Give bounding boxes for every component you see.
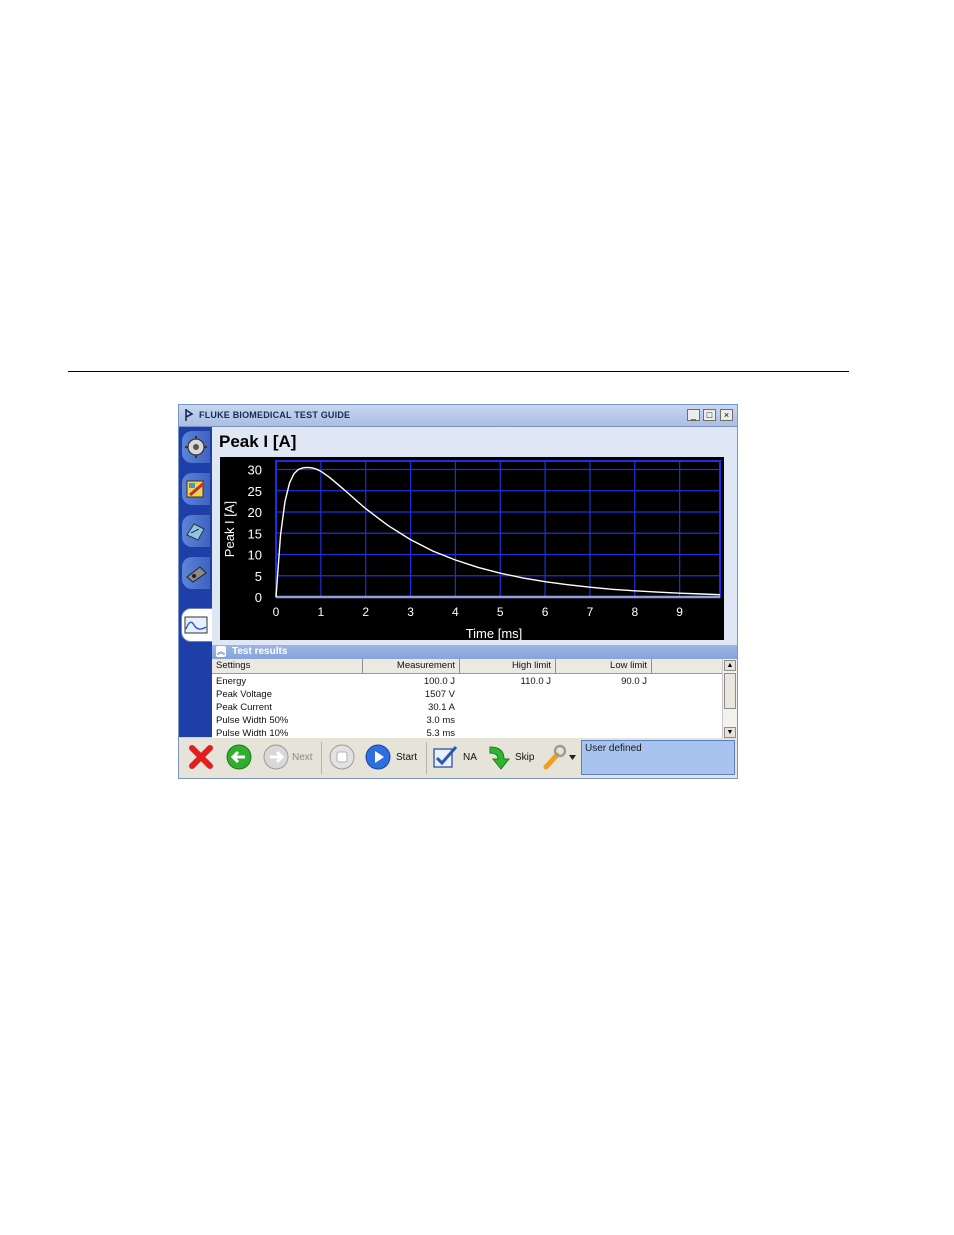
x-tick-label: 0 [273, 605, 280, 619]
column-header-high-limit[interactable]: High limit [460, 659, 556, 673]
series-line [275, 466, 721, 598]
page-title: Peak I [A] [219, 432, 297, 451]
sidebar-tab-device[interactable] [182, 557, 210, 589]
page-rule [68, 371, 849, 372]
cell-low-limit: 90.0 J [621, 676, 647, 687]
cell-setting: Pulse Width 50% [216, 715, 289, 726]
x-tick-label: 1 [318, 605, 325, 619]
results-table: Settings Measurement High limit Low limi… [212, 659, 737, 739]
dropdown-arrow-icon[interactable] [569, 755, 576, 760]
minimize-button[interactable]: _ [687, 409, 700, 421]
na-check-icon[interactable] [431, 743, 459, 771]
start-play-icon[interactable] [364, 743, 392, 771]
stop-icon [329, 744, 355, 770]
collapse-chevron-icon[interactable]: ︽ [216, 646, 226, 657]
results-scrollbar[interactable]: ▲ ▼ [722, 659, 737, 739]
scroll-up-arrow[interactable]: ▲ [724, 660, 736, 671]
user-defined-label: User defined [585, 743, 642, 754]
x-tick-label: 6 [542, 605, 549, 619]
table-row[interactable]: Pulse Width 50% 3.0 ms [212, 714, 722, 727]
next-button: Next [292, 752, 313, 763]
na-button[interactable]: NA [463, 752, 477, 763]
plot-frame [275, 460, 721, 598]
column-header-spacer [652, 659, 722, 673]
edit-form-icon [186, 480, 205, 498]
y-tick-label: 25 [248, 484, 262, 499]
sidebar-tab-setup[interactable] [182, 431, 210, 463]
test-results-header[interactable]: ︽ Test results [212, 645, 737, 659]
cell-measurement: 30.1 A [428, 702, 455, 713]
x-axis-label: Time [ms] [466, 626, 523, 640]
x-tick-label: 4 [452, 605, 459, 619]
sidebar-tab-edit[interactable] [182, 473, 210, 505]
scroll-down-arrow[interactable]: ▼ [724, 727, 736, 738]
sidebar-tab-waveform[interactable] [181, 608, 214, 642]
wrench-tools-icon[interactable] [541, 743, 569, 771]
user-defined-panel[interactable]: User defined [581, 740, 735, 775]
cell-measurement: 1507 V [424, 689, 455, 700]
toolbar-separator [321, 742, 322, 774]
y-tick-label: 10 [248, 548, 262, 563]
y-tick-label: 0 [255, 590, 262, 605]
toolbar-separator [426, 742, 427, 774]
test-results-title: Test results [232, 646, 288, 657]
device-icon [186, 566, 207, 583]
sidebar [179, 427, 214, 737]
scroll-thumb[interactable] [724, 673, 736, 709]
x-tick-label: 2 [362, 605, 369, 619]
maximize-button[interactable]: □ [703, 409, 716, 421]
start-button[interactable]: Start [396, 752, 417, 763]
y-tick-label: 5 [255, 569, 262, 584]
y-tick-label: 15 [248, 526, 262, 541]
column-header-low-limit[interactable]: Low limit [556, 659, 652, 673]
column-header-settings[interactable]: Settings [212, 659, 363, 673]
cell-setting: Peak Current [216, 702, 272, 713]
cell-high-limit: 110.0 J [520, 676, 551, 687]
sidebar-tab-instrument[interactable] [182, 515, 210, 547]
window-title: FLUKE BIOMEDICAL TEST GUIDE [199, 410, 351, 420]
cell-setting: Energy [216, 676, 247, 687]
app-logo-icon [185, 409, 194, 421]
x-tick-label: 5 [497, 605, 504, 619]
skip-button[interactable]: Skip [515, 752, 534, 763]
x-tick-label: 3 [407, 605, 414, 619]
y-axis-label: Peak I [A] [222, 501, 237, 557]
skip-arrow-icon[interactable] [484, 743, 512, 771]
cell-measurement: 100.0 J [423, 676, 455, 687]
cell-measurement: 3.0 ms [426, 715, 455, 726]
close-button[interactable]: × [720, 409, 733, 421]
gear-wizard-icon [185, 436, 207, 458]
table-row[interactable]: Peak Current 30.1 A [212, 701, 722, 714]
title-bar[interactable]: FLUKE BIOMEDICAL TEST GUIDE _ □ × [179, 405, 737, 427]
table-row[interactable]: Peak Voltage 1507 V [212, 688, 722, 701]
peak-current-chart: 0 1 2 3 4 5 6 7 8 9 0 5 10 15 20 25 30 Time [ms] Peak I [A… [220, 457, 724, 640]
back-arrow-icon[interactable] [225, 743, 253, 771]
y-tick-label: 30 [248, 463, 262, 478]
cell-setting: Peak Voltage [216, 689, 272, 700]
results-table-header: Settings Measurement High limit Low limi… [212, 659, 722, 674]
app-window: FLUKE BIOMEDICAL TEST GUIDE _ □ × Peak I… [178, 404, 738, 779]
cancel-x-icon[interactable] [187, 743, 215, 771]
y-tick-label: 20 [248, 505, 262, 520]
waveform-icon [184, 616, 208, 634]
main-content: Peak I [A] 0 1 2 3 4 5 6 7 8 9 0 5 10 15 20 25 30 Time [m… [212, 427, 737, 739]
x-tick-label: 9 [676, 605, 683, 619]
column-header-measurement[interactable]: Measurement [363, 659, 460, 673]
x-tick-label: 7 [587, 605, 594, 619]
bottom-toolbar: Next Start NA Skip User defined [179, 738, 737, 778]
next-arrow-icon [263, 744, 289, 770]
table-row[interactable]: Energy 100.0 J 110.0 J 90.0 J [212, 675, 722, 688]
instrument-icon [186, 523, 205, 541]
x-tick-label: 8 [631, 605, 638, 619]
